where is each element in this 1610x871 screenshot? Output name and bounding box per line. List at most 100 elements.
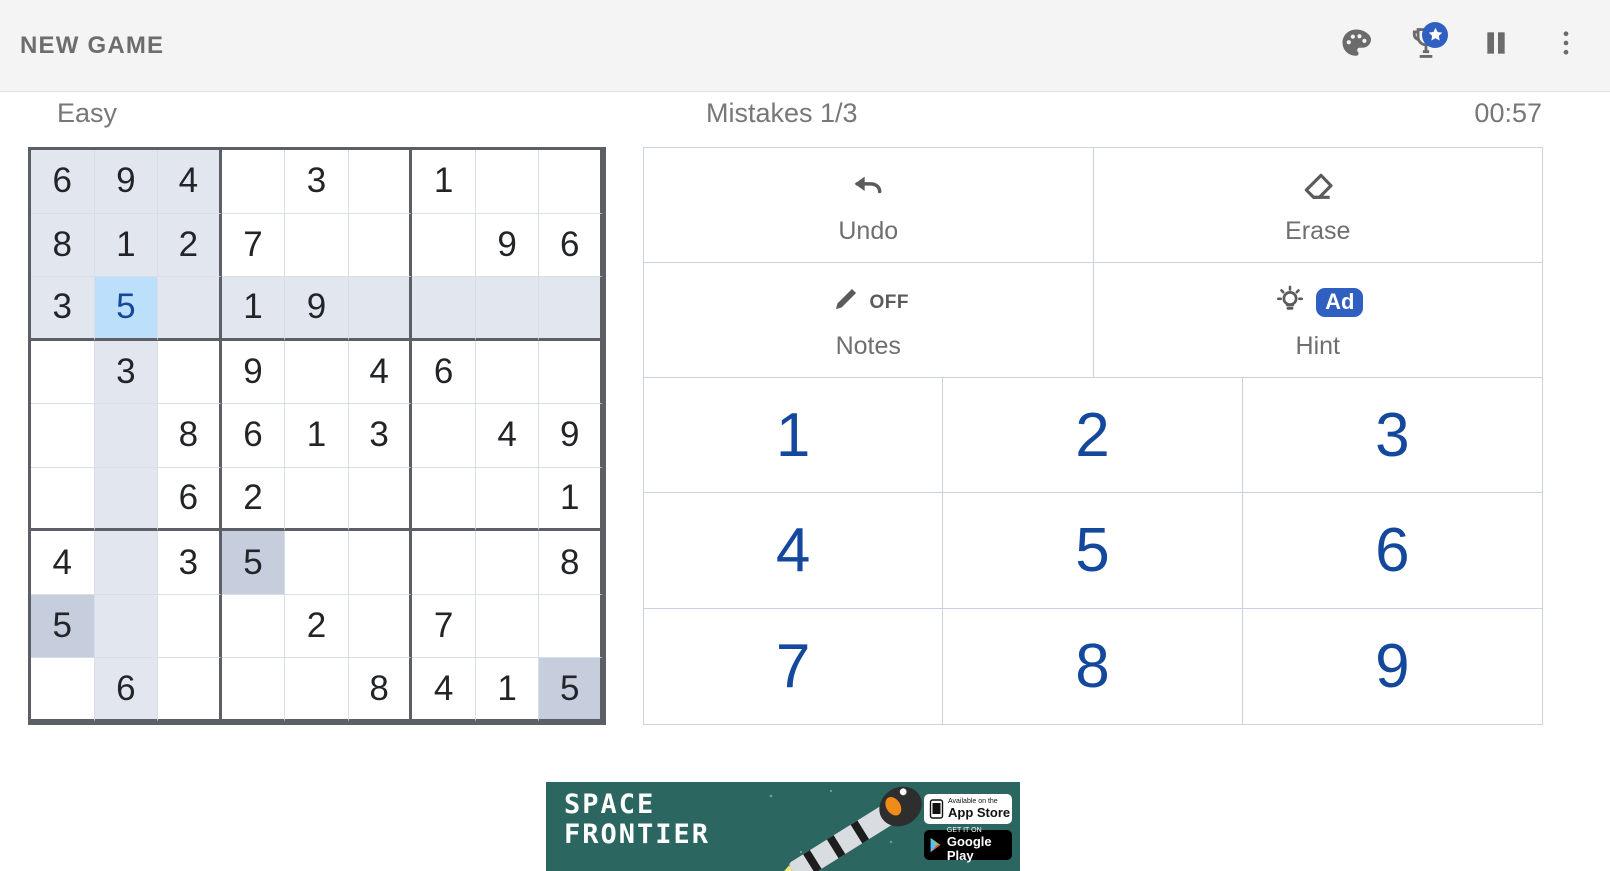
board-cell-r5c9[interactable]: 9 <box>539 404 603 468</box>
board-cell-r5c2[interactable] <box>94 404 159 468</box>
board-cell-r8c7[interactable]: 7 <box>412 594 476 659</box>
board-cell-r7c8[interactable] <box>475 531 540 595</box>
undo-button[interactable]: Undo <box>644 148 1094 263</box>
board-cell-r6c6[interactable] <box>348 467 413 532</box>
board-cell-r3c8[interactable] <box>475 277 540 341</box>
board-cell-r6c3[interactable]: 6 <box>158 467 222 532</box>
ad-badge[interactable]: Ad <box>1316 287 1364 318</box>
board-cell-r3c1[interactable]: 3 <box>31 277 95 341</box>
notes-button[interactable]: OFF Notes <box>644 263 1094 378</box>
sudoku-board[interactable]: 6 9 4 3 1 8 1 2 7 9 6 3 5 1 9 3 9 4 6 8 6 1 3 4 9 6 2 1 4 3 5 8 5 2 7 6 8 4 1 5 <box>28 147 606 725</box>
board-cell-r1c2[interactable]: 9 <box>94 150 159 214</box>
numpad-key-7[interactable]: 7 <box>644 608 944 724</box>
board-cell-r1c7[interactable]: 1 <box>412 150 476 214</box>
board-cell-r5c7[interactable] <box>412 404 476 468</box>
google-play-badge[interactable]: GET IT ON Google Play <box>924 827 1012 863</box>
board-cell-r2c2[interactable]: 1 <box>94 213 159 278</box>
board-cell-r9c3[interactable] <box>158 658 222 722</box>
board-cell-r6c2[interactable] <box>94 467 159 532</box>
board-cell-r7c2[interactable] <box>94 531 159 595</box>
board-cell-r1c5[interactable]: 3 <box>285 150 349 214</box>
board-cell-r5c6[interactable]: 3 <box>348 404 413 468</box>
board-cell-r2c4[interactable]: 7 <box>221 213 286 278</box>
numpad-key-3[interactable]: 3 <box>1242 378 1542 494</box>
board-cell-r9c7[interactable]: 4 <box>412 658 476 722</box>
erase-button[interactable]: Erase <box>1093 148 1542 263</box>
board-cell-r7c1[interactable]: 4 <box>31 531 95 595</box>
numpad-key-5[interactable]: 5 <box>943 493 1243 609</box>
board-cell-r6c5[interactable] <box>285 467 349 532</box>
board-cell-r7c9[interactable]: 8 <box>539 531 603 595</box>
board-cell-r8c8[interactable] <box>475 594 540 659</box>
board-cell-r2c9[interactable]: 6 <box>539 213 603 278</box>
pause-button[interactable] <box>1464 14 1528 78</box>
board-cell-r9c8[interactable]: 1 <box>475 658 540 722</box>
board-cell-r6c8[interactable] <box>475 467 540 532</box>
overflow-menu-button[interactable] <box>1534 14 1598 78</box>
hint-button[interactable]: Ad Hint <box>1093 263 1542 378</box>
board-cell-r6c4[interactable]: 2 <box>221 467 286 532</box>
board-cell-r1c3[interactable]: 4 <box>158 150 222 214</box>
board-cell-r2c3[interactable]: 2 <box>158 213 222 278</box>
board-cell-r8c1[interactable]: 5 <box>31 594 95 659</box>
board-cell-r4c4[interactable]: 9 <box>221 340 286 405</box>
board-cell-r4c3[interactable] <box>158 340 222 405</box>
board-cell-r6c7[interactable] <box>412 467 476 532</box>
board-cell-r3c5[interactable]: 9 <box>285 277 349 341</box>
board-cell-r4c7[interactable]: 6 <box>412 340 476 405</box>
board-cell-r2c6[interactable] <box>348 213 413 278</box>
board-cell-r5c1[interactable] <box>31 404 95 468</box>
board-cell-r2c1[interactable]: 8 <box>31 213 95 278</box>
numpad-key-4[interactable]: 4 <box>644 493 944 609</box>
board-cell-r6c1[interactable] <box>31 467 95 532</box>
board-cell-r3c9[interactable] <box>539 277 603 341</box>
board-cell-r9c4[interactable] <box>221 658 286 722</box>
numpad-key-9[interactable]: 9 <box>1243 609 1542 724</box>
board-cell-r8c9[interactable] <box>539 594 603 659</box>
app-store-badge[interactable]: Available on the App Store <box>924 794 1012 824</box>
board-cell-r9c1[interactable] <box>31 658 95 722</box>
board-cell-r8c4[interactable] <box>221 594 286 659</box>
board-cell-r2c7[interactable] <box>412 213 476 278</box>
board-cell-r2c8[interactable]: 9 <box>475 213 540 278</box>
board-cell-r7c7[interactable] <box>412 531 476 595</box>
board-cell-r8c2[interactable] <box>94 594 159 659</box>
board-cell-r1c4[interactable] <box>221 150 286 214</box>
board-cell-r6c9[interactable]: 1 <box>539 467 603 532</box>
board-cell-r8c5[interactable]: 2 <box>285 594 349 659</box>
numpad-key-2[interactable]: 2 <box>943 378 1243 494</box>
board-cell-r9c2[interactable]: 6 <box>94 658 159 722</box>
board-cell-r4c9[interactable] <box>539 340 603 405</box>
board-cell-r7c5[interactable] <box>285 531 349 595</box>
board-cell-r7c3[interactable]: 3 <box>158 531 222 595</box>
board-cell-r1c6[interactable] <box>348 150 413 214</box>
board-cell-r1c9[interactable] <box>539 150 603 214</box>
board-cell-r3c3[interactable] <box>158 277 222 341</box>
numpad-key-6[interactable]: 6 <box>1242 493 1542 609</box>
board-cell-r3c2[interactable]: 5 <box>94 277 159 341</box>
achievements-button[interactable] <box>1394 14 1458 78</box>
numpad-key-1[interactable]: 1 <box>644 378 944 494</box>
board-cell-r4c5[interactable] <box>285 340 349 405</box>
ad-banner[interactable]: SPACE FRONTIER Available on the App Stor… <box>546 782 1020 871</box>
board-cell-r9c6[interactable]: 8 <box>348 658 413 722</box>
number-pad[interactable]: 123 456 789 <box>644 378 1542 724</box>
board-cell-r8c6[interactable] <box>348 594 413 659</box>
board-cell-r5c4[interactable]: 6 <box>221 404 286 468</box>
new-game-button[interactable]: NEW GAME <box>20 32 164 60</box>
board-cell-r8c3[interactable] <box>158 594 222 659</box>
board-cell-r3c4[interactable]: 1 <box>221 277 286 341</box>
board-cell-r5c5[interactable]: 1 <box>285 404 349 468</box>
board-cell-r3c6[interactable] <box>348 277 413 341</box>
board-cell-r4c2[interactable]: 3 <box>94 340 159 405</box>
board-cell-r2c5[interactable] <box>285 213 349 278</box>
board-cell-r1c1[interactable]: 6 <box>31 150 95 214</box>
board-cell-r4c8[interactable] <box>475 340 540 405</box>
board-cell-r7c4[interactable]: 5 <box>221 531 286 595</box>
board-cell-r1c8[interactable] <box>475 150 540 214</box>
board-cell-r4c1[interactable] <box>31 340 95 405</box>
board-cell-r5c8[interactable]: 4 <box>475 404 540 468</box>
board-cell-r3c7[interactable] <box>412 277 476 341</box>
board-cell-r9c5[interactable] <box>285 658 349 722</box>
theme-palette-button[interactable] <box>1324 14 1388 78</box>
